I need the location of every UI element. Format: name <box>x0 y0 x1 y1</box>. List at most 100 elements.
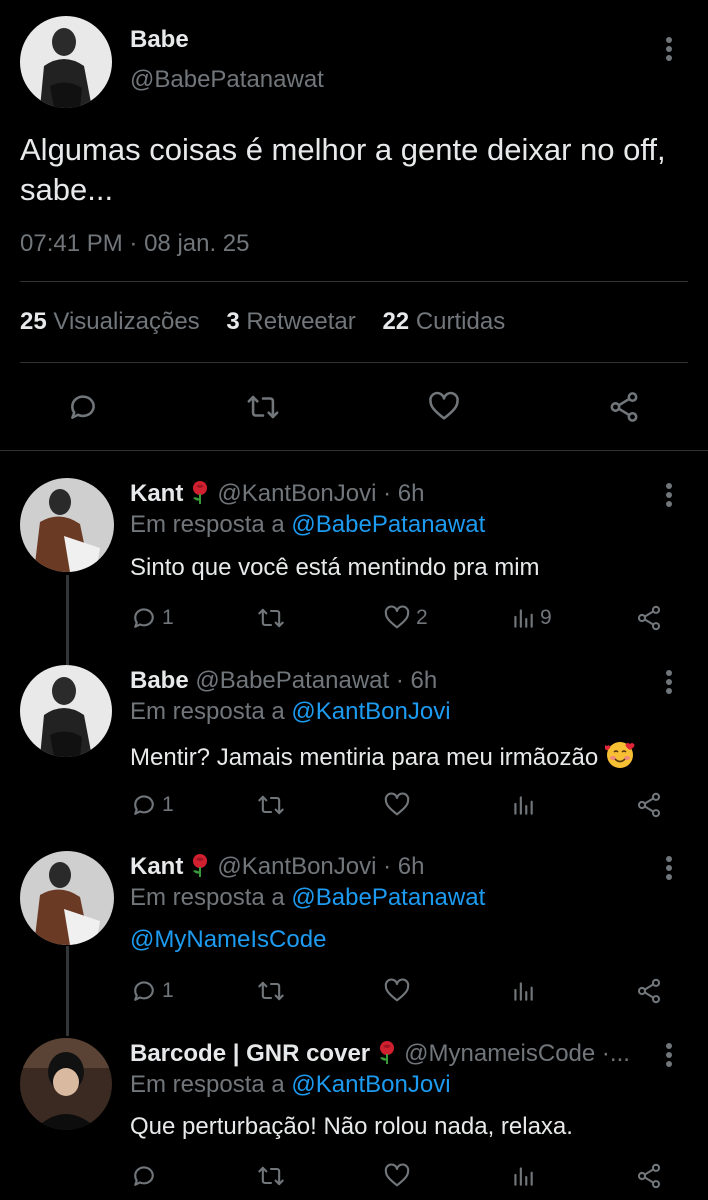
reply-to-mention[interactable]: @BabePatanawat <box>291 884 485 911</box>
reply-text-line: Mentir? Jamais mentiria para meu irmãozã… <box>130 740 635 777</box>
retweet-button[interactable] <box>255 791 287 819</box>
reply-author-handle[interactable]: @MynameisCode <box>404 1040 595 1067</box>
share-icon <box>637 792 661 818</box>
retweet-button[interactable] <box>255 604 287 632</box>
like-icon <box>384 605 410 629</box>
more-options-icon[interactable] <box>657 853 681 883</box>
author-name[interactable]: Babe <box>130 26 189 54</box>
reply-button[interactable]: 1 <box>130 604 174 632</box>
likes-label: Curtidas <box>415 308 506 335</box>
tweet-time: 07:41 PM <box>20 230 123 257</box>
like-button[interactable] <box>382 791 412 819</box>
views-icon <box>514 796 533 815</box>
reply-author-name[interactable]: Kant <box>130 853 183 880</box>
reply-icon <box>134 608 154 628</box>
thread-line <box>66 575 69 665</box>
views-button[interactable] <box>510 1162 536 1190</box>
avatar[interactable] <box>20 16 112 108</box>
retweet-icon <box>258 981 284 1001</box>
reply-to-mention[interactable]: @BabePatanawat <box>291 511 485 538</box>
reply-header: Babe @BabePatanawat · 6h <box>130 667 650 695</box>
like-icon <box>384 792 410 816</box>
avatar[interactable] <box>20 851 114 945</box>
reply-button[interactable] <box>66 390 100 424</box>
avatar[interactable] <box>20 665 112 757</box>
like-button[interactable]: 2 <box>382 604 428 632</box>
reply-prefix: Em resposta a <box>130 698 285 725</box>
retweets-label: Retweetar <box>246 308 356 335</box>
views-button[interactable] <box>510 977 536 1005</box>
reply-to-mention[interactable]: @KantBonJovi <box>291 1071 450 1098</box>
reply-button[interactable]: 1 <box>130 791 174 819</box>
author-handle[interactable]: @BabePatanawat <box>130 66 324 94</box>
reply-icon <box>134 1166 154 1186</box>
views-button[interactable]: 9 <box>510 604 552 632</box>
views-stat[interactable]: 25 Visualizações <box>20 308 200 336</box>
like-icon <box>384 978 410 1002</box>
thread-line <box>66 946 69 1036</box>
share-button[interactable] <box>634 1162 664 1190</box>
retweet-icon <box>247 395 279 419</box>
like-button[interactable] <box>382 1162 412 1190</box>
views-count: 25 <box>20 308 47 335</box>
reply-author-handle[interactable]: @BabePatanawat <box>195 667 389 694</box>
reply-to-mention[interactable]: @KantBonJovi <box>291 698 450 725</box>
main-tweet: Babe @BabePatanawat Algumas coisas é mel… <box>0 0 708 450</box>
like-button[interactable] <box>426 390 462 424</box>
retweet-button[interactable] <box>255 1162 287 1190</box>
reply-button[interactable] <box>130 1162 158 1190</box>
share-button[interactable] <box>634 977 664 1005</box>
tweet-text: Algumas coisas é melhor a gente deixar n… <box>20 132 666 207</box>
reply-prefix: Em resposta a <box>130 884 285 911</box>
avatar[interactable] <box>20 1038 112 1130</box>
reply-icon <box>71 395 95 419</box>
more-options-icon[interactable] <box>657 480 681 510</box>
retweets-stat[interactable]: 3 Retweetar <box>226 308 355 336</box>
reply-author-handle[interactable]: @KantBonJovi <box>217 480 376 507</box>
avatar[interactable] <box>20 478 114 572</box>
section-divider <box>0 450 708 451</box>
retweet-button[interactable] <box>244 390 282 424</box>
retweet-icon <box>258 608 284 628</box>
reply-context: Em resposta a @BabePatanawat <box>130 884 485 912</box>
reply-author-name[interactable]: Barcode | GNR cover <box>130 1040 370 1067</box>
share-button[interactable] <box>634 604 664 632</box>
share-button[interactable] <box>606 390 642 424</box>
reply-context: Em resposta a @KantBonJovi <box>130 1071 451 1099</box>
rose-emoji-icon <box>189 480 211 511</box>
like-count: 2 <box>416 606 428 629</box>
reply-author-name[interactable]: Babe <box>130 667 189 694</box>
reply-header: Kant @KantBonJovi · 6h <box>130 853 650 884</box>
share-icon <box>637 605 661 631</box>
views-button[interactable] <box>510 791 536 819</box>
more-options-icon[interactable] <box>657 667 681 697</box>
reply-time: ·... <box>601 1040 630 1067</box>
more-options-icon[interactable] <box>657 34 681 64</box>
reply-count: 1 <box>162 606 174 629</box>
reply-author-name[interactable]: Kant <box>130 480 183 507</box>
retweets-count: 3 <box>226 308 240 335</box>
reply-text: Sinto que você está mentindo pra mim <box>130 554 540 581</box>
share-button[interactable] <box>634 791 664 819</box>
likes-stat[interactable]: 22 Curtidas <box>382 308 505 336</box>
views-label: Visualizações <box>53 308 200 335</box>
reply-count: 1 <box>162 793 174 816</box>
reply-text: Que perturbação! Não rolou nada, relaxa. <box>130 1113 573 1140</box>
reply-context: Em resposta a @KantBonJovi <box>130 698 451 726</box>
meta-separator: · <box>129 230 138 257</box>
divider <box>20 281 688 282</box>
reply-prefix: Em resposta a <box>130 511 285 538</box>
more-options-icon[interactable] <box>657 1040 681 1070</box>
reply-header: Kant @KantBonJovi · 6h <box>130 480 650 511</box>
reply-button[interactable]: 1 <box>130 977 174 1005</box>
retweet-button[interactable] <box>255 977 287 1005</box>
rose-emoji-icon <box>189 853 211 884</box>
reply-author-handle[interactable]: @KantBonJovi <box>217 853 376 880</box>
reply-context: Em resposta a @BabePatanawat <box>130 511 485 539</box>
reply-prefix: Em resposta a <box>130 1071 285 1098</box>
share-icon <box>610 392 638 422</box>
tweet-timestamp[interactable]: 07:41 PM · 08 jan. 25 <box>20 230 250 258</box>
like-button[interactable] <box>382 977 412 1005</box>
reply-text: Mentir? Jamais mentiria para meu irmãozã… <box>130 744 599 771</box>
reply-text[interactable]: @MyNameIsCode <box>130 926 326 954</box>
